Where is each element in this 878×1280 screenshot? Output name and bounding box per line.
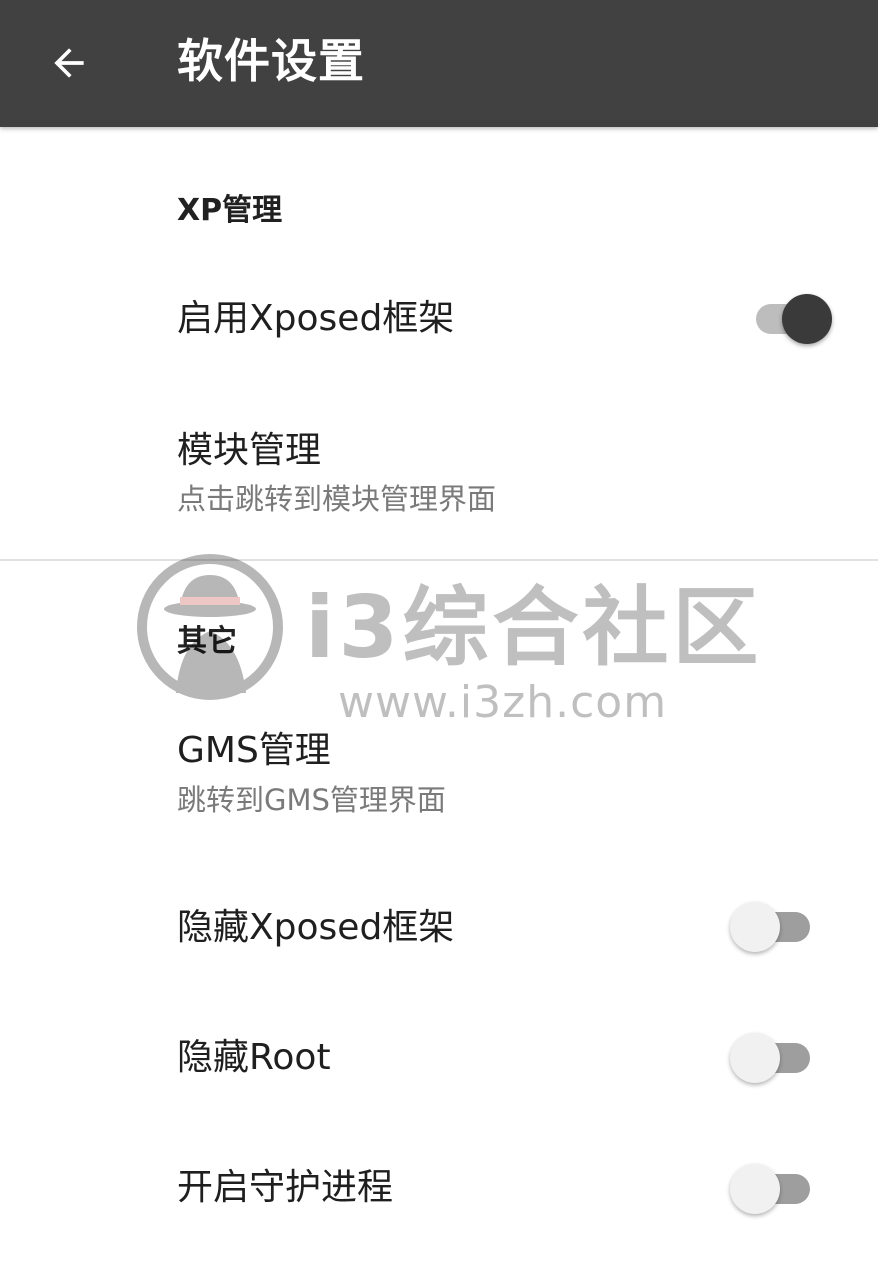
section-divider — [0, 559, 878, 561]
switch-thumb — [782, 294, 832, 344]
page-title: 软件设置 — [177, 34, 365, 88]
watermark-logo — [137, 554, 283, 700]
watermark-url: www.i3zh.com — [338, 677, 668, 728]
section-header-xp: XP管理 — [177, 193, 283, 228]
daemon-switch[interactable] — [730, 1158, 814, 1218]
arrow-left-icon — [54, 48, 84, 78]
switch-thumb — [730, 902, 780, 952]
switch-thumb — [730, 1033, 780, 1083]
enable-xposed-switch[interactable] — [748, 288, 832, 348]
app-bar: 软件设置 — [0, 0, 878, 127]
pref-daemon-title: 开启守护进程 — [177, 1167, 394, 1208]
pref-module-manage-title: 模块管理 — [177, 430, 322, 471]
pref-hide-root-title: 隐藏Root — [177, 1037, 331, 1078]
pref-enable-xposed-title: 启用Xposed框架 — [177, 298, 455, 339]
pref-enable-xposed[interactable]: 启用Xposed框架 — [0, 266, 878, 376]
pref-hide-root[interactable]: 隐藏Root — [0, 1000, 878, 1116]
pref-gms-manage-summary: 跳转到GMS管理界面 — [177, 783, 446, 817]
back-button[interactable] — [30, 24, 108, 102]
pref-hide-xposed-title: 隐藏Xposed框架 — [177, 907, 455, 948]
hide-root-switch[interactable] — [730, 1027, 814, 1087]
watermark-text: i3综合社区 — [305, 578, 763, 678]
pref-hide-xposed[interactable]: 隐藏Xposed框架 — [0, 870, 878, 986]
pref-module-manage-summary: 点击跳转到模块管理界面 — [177, 482, 497, 516]
pref-module-manage[interactable]: 模块管理 点击跳转到模块管理界面 — [0, 410, 878, 530]
pref-daemon[interactable]: 开启守护进程 — [0, 1130, 878, 1246]
hide-xposed-switch[interactable] — [730, 896, 814, 956]
switch-thumb — [730, 1164, 780, 1214]
pref-gms-manage-title: GMS管理 — [177, 730, 331, 771]
